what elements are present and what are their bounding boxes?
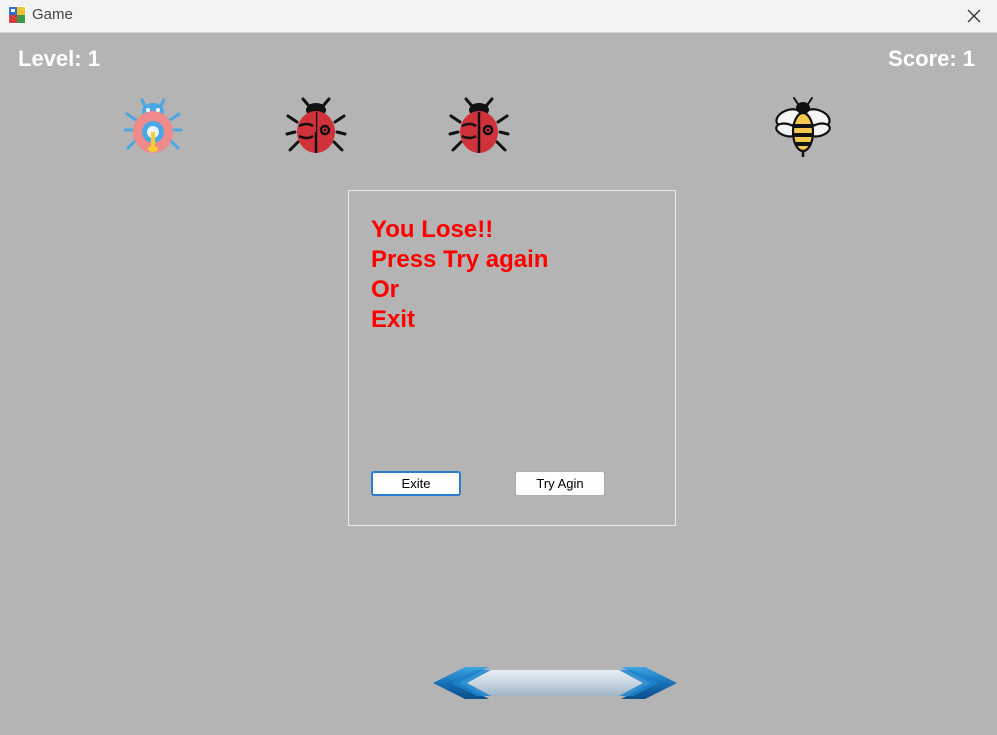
score-label: Score: 1 (888, 46, 975, 71)
close-button[interactable] (951, 0, 997, 32)
game-window: Game Level: 1 Score: 1 You Lose!! Press … (0, 0, 997, 735)
double-arrow-paddle-icon[interactable] (431, 664, 679, 702)
try-again-button[interactable]: Try Agin (515, 471, 605, 496)
bee-icon (775, 97, 831, 157)
window-title: Game (32, 6, 73, 23)
game-over-dialog: You Lose!! Press Try again Or Exit Exite… (348, 190, 676, 526)
close-icon (967, 9, 981, 23)
ladybug-icon (285, 97, 347, 153)
ladybug-icon (448, 97, 510, 153)
level-label: Level: 1 (18, 46, 100, 71)
exit-button[interactable]: Exite (371, 471, 461, 496)
lose-message-line-3: Or (371, 276, 400, 303)
lose-message-line-4: Exit (371, 306, 416, 333)
title-bar: Game (0, 0, 997, 33)
lose-message-line-1: You Lose!! (371, 216, 494, 243)
app-icon (8, 6, 26, 24)
lose-message-line-2: Press Try again (371, 246, 549, 273)
blue-beetle-icon (123, 98, 183, 153)
